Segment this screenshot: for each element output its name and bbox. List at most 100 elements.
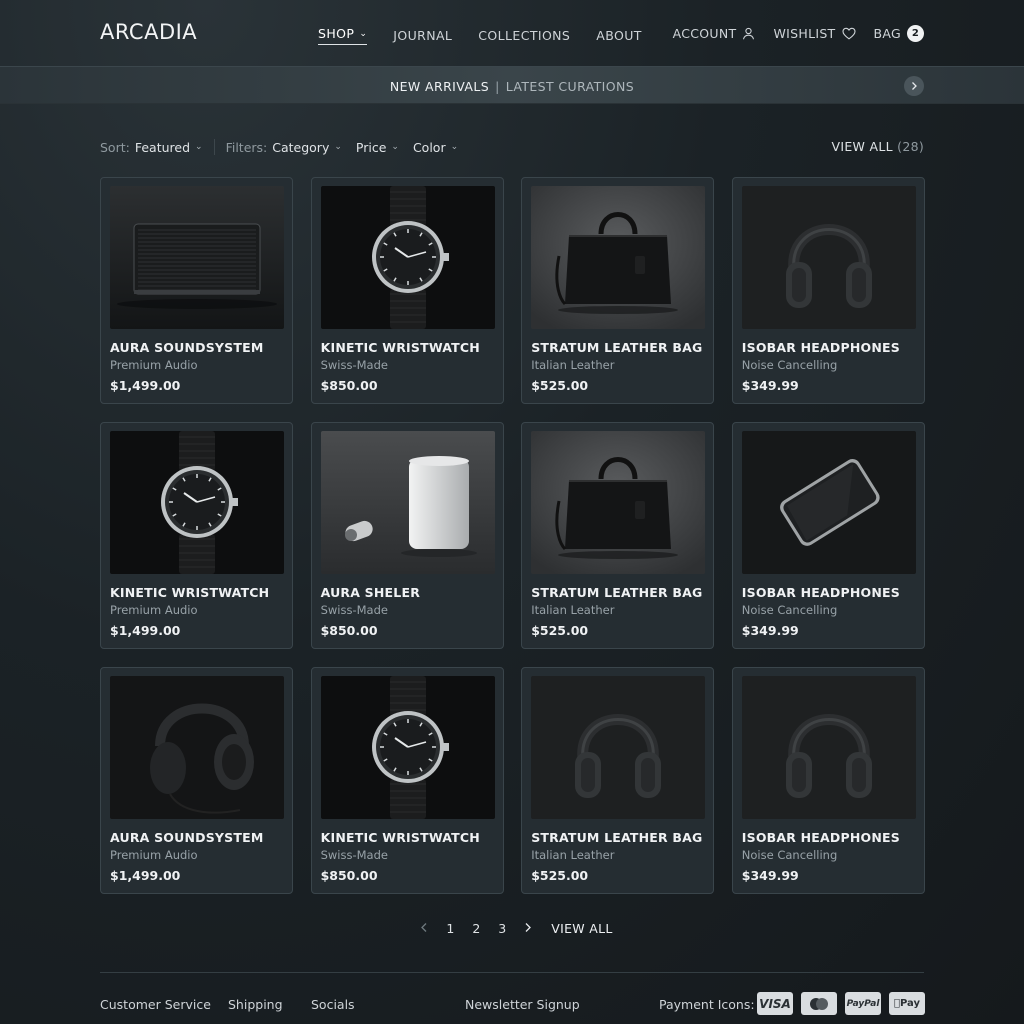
chevron-down-icon: ⌄ xyxy=(195,142,203,152)
chevron-down-icon: ⌄ xyxy=(450,142,459,152)
product-name[interactable]: ISOBAR HEADPHONES xyxy=(742,585,900,600)
brand-logo[interactable]: ARCADIA xyxy=(100,20,197,44)
wishlist-label: WISHLIST xyxy=(773,26,836,41)
product-image[interactable] xyxy=(741,186,916,329)
product-image[interactable] xyxy=(110,676,284,819)
nav-about[interactable]: ABOUT xyxy=(596,26,642,45)
product-price: $349.99 xyxy=(741,378,799,393)
filters-label: Filters: xyxy=(225,139,268,155)
product-card[interactable]: ISOBAR HEADPHONES Noise Cancelling $349.… xyxy=(731,667,925,894)
banner-text[interactable]: NEW ARRIVALS | LATEST CURATIONS xyxy=(0,79,1024,94)
product-card[interactable]: STRATUM LEATHER BAG Italian Leather $525… xyxy=(521,422,715,649)
product-image[interactable] xyxy=(531,186,706,329)
footer-customer-service[interactable]: Customer Service xyxy=(100,997,211,1012)
nav-shop[interactable]: SHOP ⌄ xyxy=(318,26,368,45)
product-subtitle: Swiss-Made xyxy=(320,603,388,617)
product-card[interactable]: AURA SOUNDSYSTEM Premium Audio $1,499.00 xyxy=(100,667,293,894)
view-all-link[interactable]: VIEW ALL (28) xyxy=(832,139,925,154)
visa-icon: VISA xyxy=(757,992,793,1015)
product-card[interactable]: KINETIC WRISTWATCH Premium Audio $1,499.… xyxy=(100,422,293,649)
page-1[interactable]: 1 xyxy=(446,921,454,936)
product-image[interactable] xyxy=(531,676,706,819)
product-card[interactable]: AURA SHELER Swiss-Made $850.00 xyxy=(310,422,504,649)
product-image[interactable] xyxy=(741,431,916,574)
product-name[interactable]: KINETIC WRISTWATCH xyxy=(321,830,480,845)
chevron-down-icon: ⌄ xyxy=(391,142,399,152)
nav-journal[interactable]: JOURNAL xyxy=(393,26,452,45)
product-name[interactable]: AURA SHELER xyxy=(321,585,420,600)
product-card[interactable]: KINETIC WRISTWATCH Swiss-Made $850.00 xyxy=(310,177,504,404)
nav-collections[interactable]: COLLECTIONS xyxy=(478,26,570,45)
product-subtitle: Italian Leather xyxy=(531,358,615,372)
product-card[interactable]: STRATUM LEATHER BAG Italian Leather $525… xyxy=(521,667,715,894)
product-price: $349.99 xyxy=(741,623,799,638)
wishlist-link[interactable]: WISHLIST xyxy=(773,26,856,41)
product-name[interactable]: AURA SOUNDSYSTEM xyxy=(110,340,263,355)
banner-next-button[interactable] xyxy=(904,76,924,96)
view-all-label: VIEW ALL xyxy=(831,139,893,154)
product-card[interactable]: AURA SOUNDSYSTEM Premium Audio $1,499.00 xyxy=(100,177,293,404)
sort-value: Featured xyxy=(134,139,191,155)
heart-icon xyxy=(841,27,856,40)
product-subtitle: Premium Audio xyxy=(110,603,198,617)
product-image[interactable] xyxy=(110,431,284,574)
product-name[interactable]: STRATUM LEATHER BAG xyxy=(531,830,702,845)
product-card[interactable]: ISOBAR HEADPHONES Noise Cancelling $349.… xyxy=(731,422,925,649)
sort-dropdown[interactable]: Featured ⌄ xyxy=(135,140,203,155)
product-image[interactable] xyxy=(320,186,495,329)
product-image[interactable] xyxy=(741,676,916,819)
product-name[interactable]: STRATUM LEATHER BAG xyxy=(531,340,702,355)
product-image[interactable] xyxy=(531,431,706,574)
product-price: $525.00 xyxy=(531,378,589,393)
pagination-view-all[interactable]: VIEW ALL xyxy=(551,921,612,936)
utility-nav: ACCOUNT WISHLIST BAG 2 xyxy=(655,25,924,42)
product-image[interactable] xyxy=(320,431,495,574)
bag-label: BAG xyxy=(873,26,901,41)
product-subtitle: Swiss-Made xyxy=(320,358,388,372)
product-name[interactable]: ISOBAR HEADPHONES xyxy=(742,830,900,845)
next-page-button[interactable] xyxy=(524,921,532,936)
product-card[interactable]: ISOBAR HEADPHONES Noise Cancelling $349.… xyxy=(731,177,925,404)
product-grid: AURA SOUNDSYSTEM Premium Audio $1,499.00… xyxy=(100,177,925,894)
product-subtitle: Noise Cancelling xyxy=(741,603,838,617)
filter-bar: Sort: Featured ⌄ Filters: Category ⌄ Price… xyxy=(100,139,458,155)
product-name[interactable]: KINETIC WRISTWATCH xyxy=(321,340,480,355)
payment-label: Payment Icons: xyxy=(659,997,755,1012)
color-filter[interactable]: Color ⌄ xyxy=(413,140,458,155)
footer-shipping[interactable]: Shipping xyxy=(228,997,283,1012)
product-image[interactable] xyxy=(320,676,495,819)
product-price: $1,499.00 xyxy=(110,623,181,638)
mastercard-icon xyxy=(801,992,837,1015)
category-filter[interactable]: Category ⌄ xyxy=(272,140,342,155)
prev-page-button[interactable] xyxy=(420,921,428,936)
product-subtitle: Italian Leather xyxy=(531,848,615,862)
product-name[interactable]: KINETIC WRISTWATCH xyxy=(110,585,269,600)
product-name[interactable]: AURA SOUNDSYSTEM xyxy=(110,830,263,845)
price-filter[interactable]: Price ⌄ xyxy=(356,140,399,155)
product-price: $850.00 xyxy=(320,378,378,393)
account-link[interactable]: ACCOUNT xyxy=(673,26,756,41)
nav-shop-label: SHOP xyxy=(318,26,355,41)
promo-banner: NEW ARRIVALS | LATEST CURATIONS xyxy=(0,66,1024,104)
product-subtitle: Noise Cancelling xyxy=(741,848,838,862)
page-3[interactable]: 3 xyxy=(498,921,506,936)
chevron-down-icon: ⌄ xyxy=(334,142,342,152)
paypal-icon: PayPal xyxy=(845,992,881,1015)
product-name[interactable]: STRATUM LEATHER BAG xyxy=(531,585,702,600)
chevron-left-icon xyxy=(421,923,427,932)
footer-socials[interactable]: Socials xyxy=(311,997,355,1012)
bag-link[interactable]: BAG 2 xyxy=(873,25,924,42)
page-2[interactable]: 2 xyxy=(472,921,480,936)
product-image[interactable] xyxy=(110,186,284,329)
pagination: 1 2 3 VIEW ALL xyxy=(0,921,1024,936)
product-card[interactable]: STRATUM LEATHER BAG Italian Leather $525… xyxy=(521,177,715,404)
footer-newsletter[interactable]: Newsletter Signup xyxy=(465,997,580,1012)
chevron-right-icon xyxy=(912,82,917,90)
product-subtitle: Noise Cancelling xyxy=(741,358,838,372)
product-price: $850.00 xyxy=(320,868,378,883)
product-subtitle: Premium Audio xyxy=(110,848,198,862)
color-label: Color xyxy=(412,139,446,155)
footer-divider xyxy=(100,972,924,973)
product-card[interactable]: KINETIC WRISTWATCH Swiss-Made $850.00 xyxy=(310,667,504,894)
product-name[interactable]: ISOBAR HEADPHONES xyxy=(742,340,900,355)
